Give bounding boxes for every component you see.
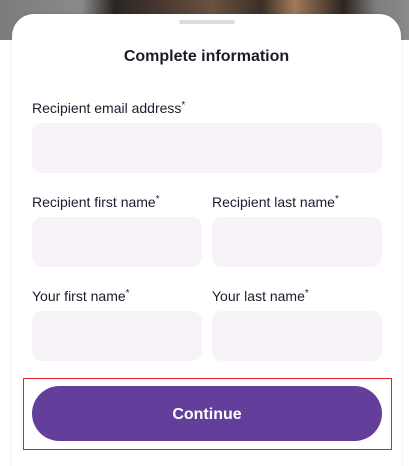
your-first-name-label-text: Your first name bbox=[32, 288, 126, 304]
recipient-first-name-label-text: Recipient first name bbox=[32, 194, 156, 210]
required-asterisk: * bbox=[181, 100, 186, 111]
your-last-name-input[interactable] bbox=[212, 311, 382, 361]
screen: Complete information Recipient email add… bbox=[0, 0, 409, 466]
sheet-title: Complete information bbox=[123, 48, 290, 65]
your-first-name-input[interactable] bbox=[32, 311, 202, 361]
recipient-email-label-text: Recipient email address bbox=[32, 100, 182, 116]
required-asterisk: * bbox=[125, 288, 130, 299]
recipient-email-input[interactable] bbox=[32, 123, 382, 173]
recipient-first-name-label: Recipient first name* bbox=[32, 194, 160, 210]
required-asterisk: * bbox=[304, 288, 309, 299]
recipient-last-name-label-text: Recipient last name bbox=[212, 194, 335, 210]
recipient-last-name-input[interactable] bbox=[212, 217, 382, 267]
recipient-first-name-input[interactable] bbox=[32, 217, 202, 267]
required-asterisk: * bbox=[334, 194, 339, 205]
your-last-name-label: Your last name* bbox=[212, 288, 309, 304]
your-last-name-label-text: Your last name bbox=[212, 288, 305, 304]
recipient-email-label: Recipient email address* bbox=[32, 100, 185, 116]
sheet-grab-handle[interactable] bbox=[179, 20, 235, 24]
your-first-name-label: Your first name* bbox=[32, 288, 130, 304]
required-asterisk: * bbox=[155, 194, 160, 205]
recipient-last-name-label: Recipient last name* bbox=[212, 194, 339, 210]
continue-button[interactable]: Continue bbox=[32, 386, 382, 441]
